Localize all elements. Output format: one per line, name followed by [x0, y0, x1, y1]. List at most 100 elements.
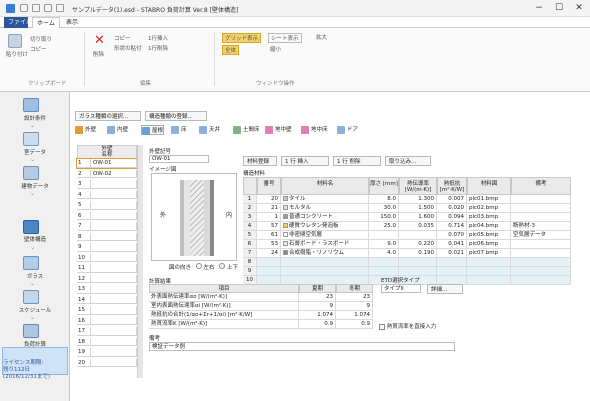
table-cell-img[interactable]: pic02.bmp	[467, 204, 511, 213]
table-cell-cond[interactable]: 0.220	[399, 240, 437, 249]
table-cell-res[interactable]: 0.714	[437, 222, 467, 231]
list-item[interactable]: 1 OW-01	[76, 158, 138, 169]
table-cell-thick[interactable]: 9.0	[369, 240, 399, 249]
list-item[interactable]: 6	[77, 211, 137, 220]
detail-button[interactable]: 詳細...	[427, 284, 463, 294]
table-cell-res[interactable]: 0.021	[437, 249, 467, 258]
list-item[interactable]: 16	[77, 316, 137, 325]
summary-cell-winter[interactable]: 1.074	[336, 311, 373, 320]
list-item[interactable]: 17	[77, 327, 137, 336]
table-cell-num[interactable]: 1	[257, 213, 281, 222]
table-cell-res[interactable]: 0.041	[437, 240, 467, 249]
table-cell-img[interactable]: pic01.bmp	[467, 195, 511, 204]
room-data-icon[interactable]	[23, 132, 39, 146]
tab-door[interactable]: ドア	[337, 125, 358, 135]
summary-cell-summer[interactable]: 9	[299, 302, 336, 311]
list-item[interactable]: 15	[77, 306, 137, 315]
nav-item-glass[interactable]: ガラス	[0, 272, 70, 280]
summary-cell-summer[interactable]: 0.9	[299, 320, 336, 329]
table-cell-num[interactable]: 21	[257, 204, 281, 213]
save-icon[interactable]	[20, 4, 28, 12]
shrink-button[interactable]: 縮小	[268, 45, 283, 53]
table-cell-num[interactable]: 24	[257, 249, 281, 258]
table-cell-img[interactable]: pic06.bmp	[467, 240, 511, 249]
table-cell-name[interactable]: 石膏ボード・ラスボード	[281, 240, 369, 249]
nav-item-design-conditions[interactable]: 設計条件	[0, 114, 70, 122]
manual-input-checkbox[interactable]	[379, 323, 385, 330]
list-scrollbar[interactable]	[137, 145, 143, 378]
redo-icon[interactable]	[44, 4, 52, 12]
list-item[interactable]: 14	[77, 295, 137, 304]
delete-material-row-button[interactable]: 1 行 削除	[333, 156, 381, 166]
table-cell-cond[interactable]: 1.500	[399, 204, 437, 213]
insert-row-button[interactable]: 1行挿入	[148, 34, 168, 42]
summary-cell-winter[interactable]: 23	[336, 293, 373, 302]
table-cell-thick[interactable]: 8.0	[369, 195, 399, 204]
list-item[interactable]: 20	[77, 358, 137, 367]
wall-structure-icon[interactable]	[23, 220, 39, 234]
paste-icon[interactable]	[8, 34, 22, 48]
table-cell-note[interactable]	[511, 249, 571, 258]
table-cell-img[interactable]: pic05.bmp	[467, 231, 511, 240]
table-cell-cond[interactable]: 0.190	[399, 249, 437, 258]
list-item[interactable]: 8	[77, 232, 137, 241]
table-cell-name[interactable]: 非密閉空気層	[281, 231, 369, 240]
table-cell-img[interactable]	[467, 276, 511, 285]
table-cell-res[interactable]	[437, 258, 467, 267]
table-cell-thick[interactable]: 25.0	[369, 222, 399, 231]
load-calc-icon[interactable]	[23, 324, 39, 338]
table-cell-res[interactable]: 0.070	[437, 231, 467, 240]
table-cell-name[interactable]	[281, 258, 369, 267]
nav-item-load-calc[interactable]: 負荷計算	[0, 340, 70, 348]
orientation-radio-2[interactable]	[219, 263, 226, 269]
table-cell-cond[interactable]: 1.300	[399, 195, 437, 204]
sheet-display-toggle[interactable]: シート表示	[268, 33, 302, 43]
delete-row-button[interactable]: 1行削除	[148, 44, 168, 52]
table-cell-cond[interactable]	[399, 267, 437, 276]
table-cell-cond[interactable]	[399, 231, 437, 240]
building-data-icon[interactable]	[23, 166, 39, 180]
close-button[interactable]: ✕	[571, 2, 587, 14]
list-item[interactable]: 10	[77, 253, 137, 262]
glass-icon[interactable]	[23, 256, 39, 270]
table-cell-num[interactable]	[257, 258, 281, 267]
maximize-button[interactable]: ☐	[551, 2, 567, 14]
table-cell-img[interactable]	[467, 267, 511, 276]
code-input[interactable]: OW-01	[149, 155, 209, 163]
edit-copy-button[interactable]: コピー	[114, 34, 131, 42]
design-conditions-icon[interactable]	[23, 98, 39, 112]
table-cell-thick[interactable]: 30.0	[369, 204, 399, 213]
list-item[interactable]: 12	[77, 274, 137, 283]
summary-cell-summer[interactable]: 1.074	[299, 311, 336, 320]
schedule-icon[interactable]	[23, 290, 39, 304]
tab-underground-floor[interactable]: 地中床	[301, 125, 328, 135]
list-item[interactable]: 11	[77, 264, 137, 273]
nav-item-building-data[interactable]: 建物データ	[0, 182, 70, 190]
nav-item-schedule[interactable]: スケジュール	[0, 306, 70, 314]
table-cell-note[interactable]: 断熱材-3	[511, 222, 571, 231]
list-item[interactable]: 19	[77, 348, 137, 357]
list-item[interactable]: 5	[77, 201, 137, 210]
table-cell-thick[interactable]: 4.0	[369, 249, 399, 258]
table-cell-thick[interactable]	[369, 258, 399, 267]
table-cell-name[interactable]	[281, 267, 369, 276]
table-cell-cond[interactable]	[399, 258, 437, 267]
summary-cell-summer[interactable]: 23	[299, 293, 336, 302]
table-cell-img[interactable]	[467, 258, 511, 267]
table-cell-name[interactable]: 硬質ウレタン発泡板	[281, 222, 369, 231]
table-cell-note[interactable]	[511, 240, 571, 249]
undo-icon[interactable]	[32, 4, 40, 12]
table-cell-num[interactable]: 53	[257, 240, 281, 249]
table-cell-cond[interactable]: 1.600	[399, 213, 437, 222]
table-cell-name[interactable]: タイル	[281, 195, 369, 204]
grid-display-toggle[interactable]: グリッド表示	[222, 33, 262, 43]
table-cell-name[interactable]: 合成樹脂・リノリウム	[281, 249, 369, 258]
table-cell-note[interactable]	[511, 258, 571, 267]
nav-item-wall-structure-label[interactable]: 壁体構造	[0, 235, 70, 243]
list-item[interactable]: 13	[77, 285, 137, 294]
summary-cell-winter[interactable]: 0.9	[336, 320, 373, 329]
table-cell-res[interactable]: 0.007	[437, 195, 467, 204]
tab-ceiling[interactable]: 天井	[199, 125, 220, 135]
list-item[interactable]: 4	[77, 190, 137, 199]
wall-type-select[interactable]: タイプII	[381, 284, 421, 293]
